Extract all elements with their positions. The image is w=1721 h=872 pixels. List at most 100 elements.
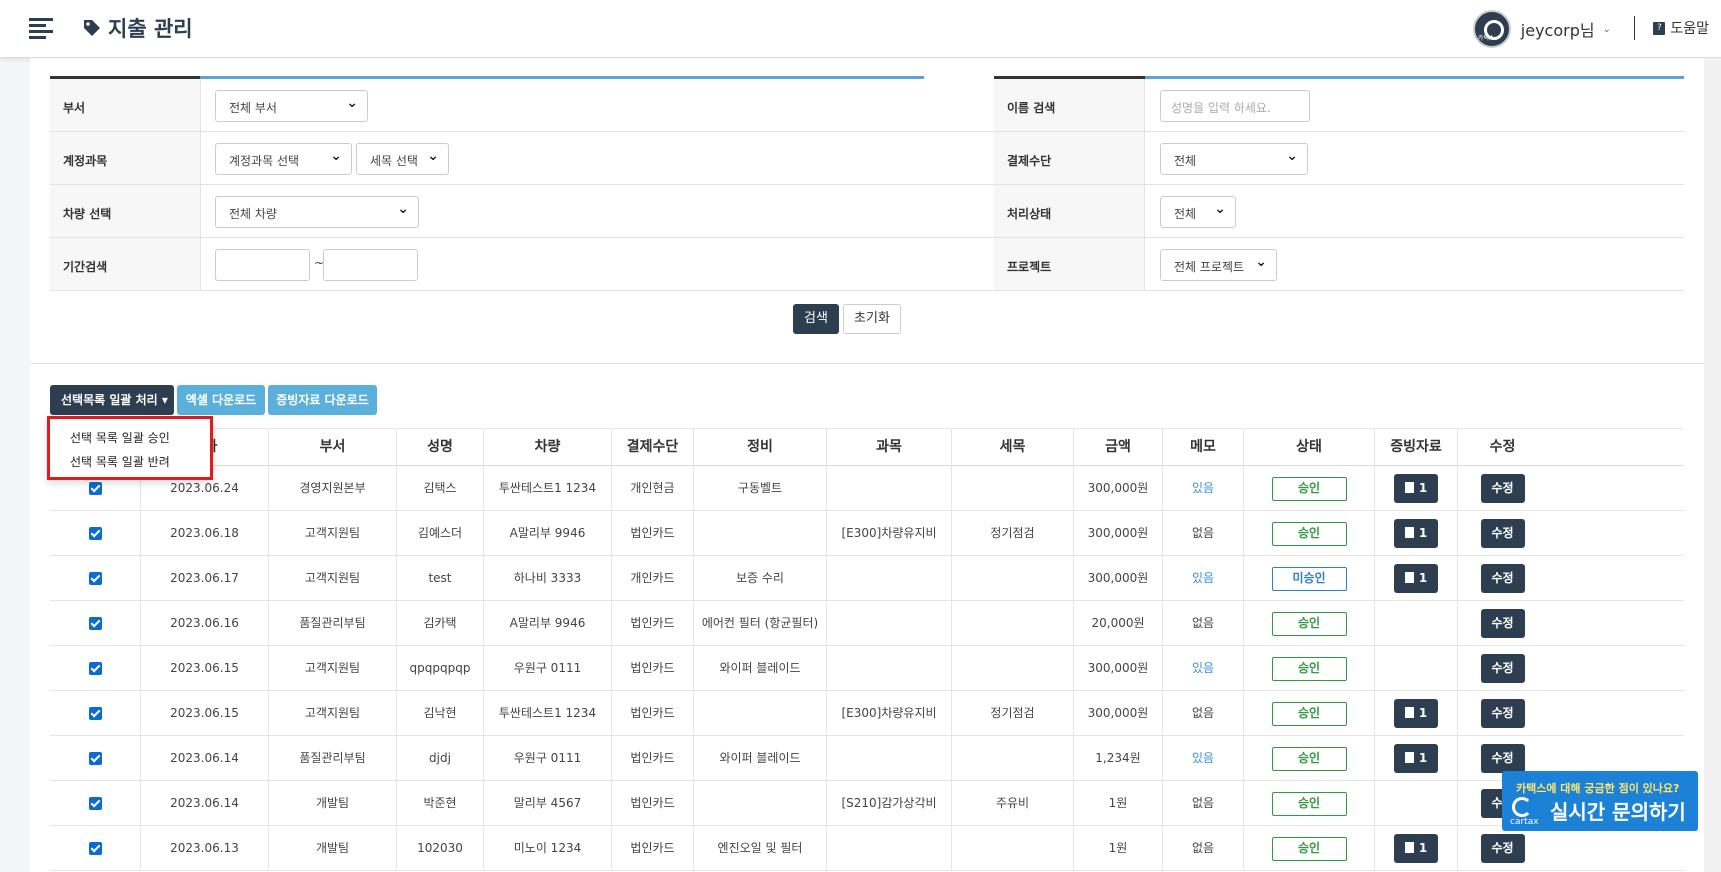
- cell-repair: 보증 수리: [694, 556, 827, 600]
- name-search-input[interactable]: 성명을 입력 하세요.: [1160, 90, 1310, 122]
- status-badge[interactable]: 미승인: [1271, 566, 1347, 591]
- vehicle-select[interactable]: 전체 차량: [215, 196, 419, 228]
- cell-account: [827, 601, 952, 645]
- help-icon: ?: [1653, 21, 1666, 35]
- live-chat-widget[interactable]: 카택스에 대해 궁금한 점이 있나요? cartax 실시간 문의하기: [1502, 771, 1698, 831]
- row-checkbox[interactable]: [88, 752, 102, 765]
- help-label: 도움말: [1670, 21, 1709, 37]
- cell-subaccount: 정기점검: [952, 691, 1074, 735]
- status-select[interactable]: 전체: [1160, 196, 1236, 228]
- tag-icon: [84, 20, 100, 36]
- evidence-button[interactable]: 1: [1394, 519, 1438, 548]
- user-menu[interactable]: 카택스 jeycorp님 ⌄: [1472, 10, 1611, 48]
- edit-button[interactable]: 수정: [1480, 519, 1525, 548]
- edit-button[interactable]: 수정: [1480, 609, 1525, 638]
- status-badge[interactable]: 승인: [1271, 611, 1347, 636]
- bulk-reject-item[interactable]: 선택 목록 일괄 반려: [70, 453, 170, 470]
- filter-row-vehicle: 차량 선택 전체 차량 처리상태 전체: [50, 185, 1684, 238]
- cell-memo[interactable]: 있음: [1163, 646, 1244, 690]
- excel-download-button[interactable]: 엑셀 다운로드: [177, 385, 265, 415]
- row-checkbox[interactable]: [88, 572, 102, 585]
- evidence-count: 1: [1418, 751, 1428, 765]
- subaccount-select[interactable]: 세목 선택: [356, 143, 449, 175]
- chat-brand: cartax: [1510, 817, 1539, 827]
- edit-button[interactable]: 수정: [1480, 744, 1525, 773]
- edit-button[interactable]: 수정: [1480, 474, 1525, 503]
- payment-select[interactable]: 전체: [1160, 143, 1308, 175]
- evidence-count: 1: [1418, 841, 1428, 855]
- edit-button[interactable]: 수정: [1480, 834, 1525, 863]
- status-badge[interactable]: 승인: [1271, 476, 1347, 501]
- status-badge[interactable]: 승인: [1271, 521, 1347, 546]
- row-checkbox[interactable]: [88, 617, 102, 630]
- chevron-down-icon: ⌄: [1602, 23, 1611, 35]
- status-badge[interactable]: 승인: [1271, 656, 1347, 681]
- cell-payment: 법인카드: [612, 646, 694, 690]
- evidence-download-button[interactable]: 증빙자료 다운로드: [268, 385, 377, 415]
- status-badge[interactable]: 승인: [1271, 701, 1347, 726]
- row-checkbox[interactable]: [88, 527, 102, 540]
- status-badge[interactable]: 승인: [1271, 791, 1347, 816]
- cell-account: [827, 556, 952, 600]
- row-checkbox-cell: [50, 601, 141, 645]
- edit-button[interactable]: 수정: [1480, 564, 1525, 593]
- reset-button[interactable]: 초기화: [843, 304, 901, 334]
- help-link[interactable]: ? 도움말: [1653, 18, 1709, 38]
- edit-cell: 수정: [1458, 646, 1547, 690]
- status-label: 처리상태: [994, 185, 1145, 237]
- cell-payment: 법인카드: [612, 691, 694, 735]
- row-checkbox-cell: [50, 781, 141, 825]
- header-divider: [1634, 16, 1635, 40]
- cell-date: 2023.06.17: [141, 556, 269, 600]
- cell-vehicle: 투싼테스트1 1234: [484, 691, 612, 735]
- edit-cell: 수정: [1458, 826, 1547, 870]
- evidence-button[interactable]: 1: [1394, 564, 1438, 593]
- department-select[interactable]: 전체 부서: [215, 90, 368, 122]
- th-amount: 금액: [1074, 429, 1163, 466]
- row-checkbox[interactable]: [88, 842, 102, 855]
- period-start-input[interactable]: [215, 249, 310, 281]
- project-select[interactable]: 전체 프로젝트: [1160, 249, 1277, 281]
- department-label: 부서: [50, 79, 201, 131]
- bulk-approve-item[interactable]: 선택 목록 일괄 승인: [70, 429, 170, 446]
- account-select[interactable]: 계정과목 선택: [215, 143, 352, 175]
- row-checkbox[interactable]: [88, 797, 102, 810]
- row-checkbox-cell: [50, 511, 141, 555]
- row-checkbox[interactable]: [88, 662, 102, 675]
- evidence-button[interactable]: 1: [1394, 474, 1438, 503]
- cell-dept: 개발팀: [269, 781, 397, 825]
- search-button[interactable]: 검색: [793, 304, 839, 334]
- evidence-cell: 1: [1375, 556, 1458, 600]
- period-end-input[interactable]: [323, 249, 418, 281]
- row-checkbox[interactable]: [88, 707, 102, 720]
- cell-memo[interactable]: 있음: [1163, 466, 1244, 510]
- evidence-button[interactable]: 1: [1394, 744, 1438, 773]
- status-badge[interactable]: 승인: [1271, 836, 1347, 861]
- table-row: 2023.06.15 고객지원팀 qpqpqpqp 우원구 0111 법인카드 와이퍼 블…: [50, 646, 1684, 691]
- cell-memo: 없음: [1163, 781, 1244, 825]
- cell-dept: 품질관리부팀: [269, 736, 397, 780]
- cell-memo[interactable]: 있음: [1163, 556, 1244, 600]
- evidence-button[interactable]: 1: [1394, 699, 1438, 728]
- evidence-button[interactable]: 1: [1394, 834, 1438, 863]
- cell-memo[interactable]: 있음: [1163, 736, 1244, 780]
- cell-vehicle: 우원구 0111: [484, 736, 612, 780]
- bulk-action-button[interactable]: 선택목록 일괄 처리 ▾: [50, 385, 174, 415]
- status-cell: 승인: [1244, 601, 1375, 645]
- edit-cell: 수정: [1458, 511, 1547, 555]
- edit-button[interactable]: 수정: [1480, 654, 1525, 683]
- cell-vehicle: 우원구 0111: [484, 646, 612, 690]
- cell-vehicle: 미노이 1234: [484, 826, 612, 870]
- edit-button[interactable]: 수정: [1480, 699, 1525, 728]
- evidence-cell: 1: [1375, 826, 1458, 870]
- avatar: 카택스: [1472, 10, 1511, 48]
- cell-amount: 300,000원: [1074, 691, 1163, 735]
- cell-memo: 없음: [1163, 826, 1244, 870]
- row-checkbox[interactable]: [88, 482, 102, 495]
- status-badge[interactable]: 승인: [1271, 746, 1347, 771]
- page-scrollbar[interactable]: [1704, 58, 1721, 872]
- period-label: 기간검색: [50, 238, 201, 290]
- cell-amount: 1,234원: [1074, 736, 1163, 780]
- hamburger-menu-icon[interactable]: [29, 18, 53, 40]
- bulk-action-dropdown: 선택 목록 일괄 승인 선택 목록 일괄 반려: [47, 416, 213, 480]
